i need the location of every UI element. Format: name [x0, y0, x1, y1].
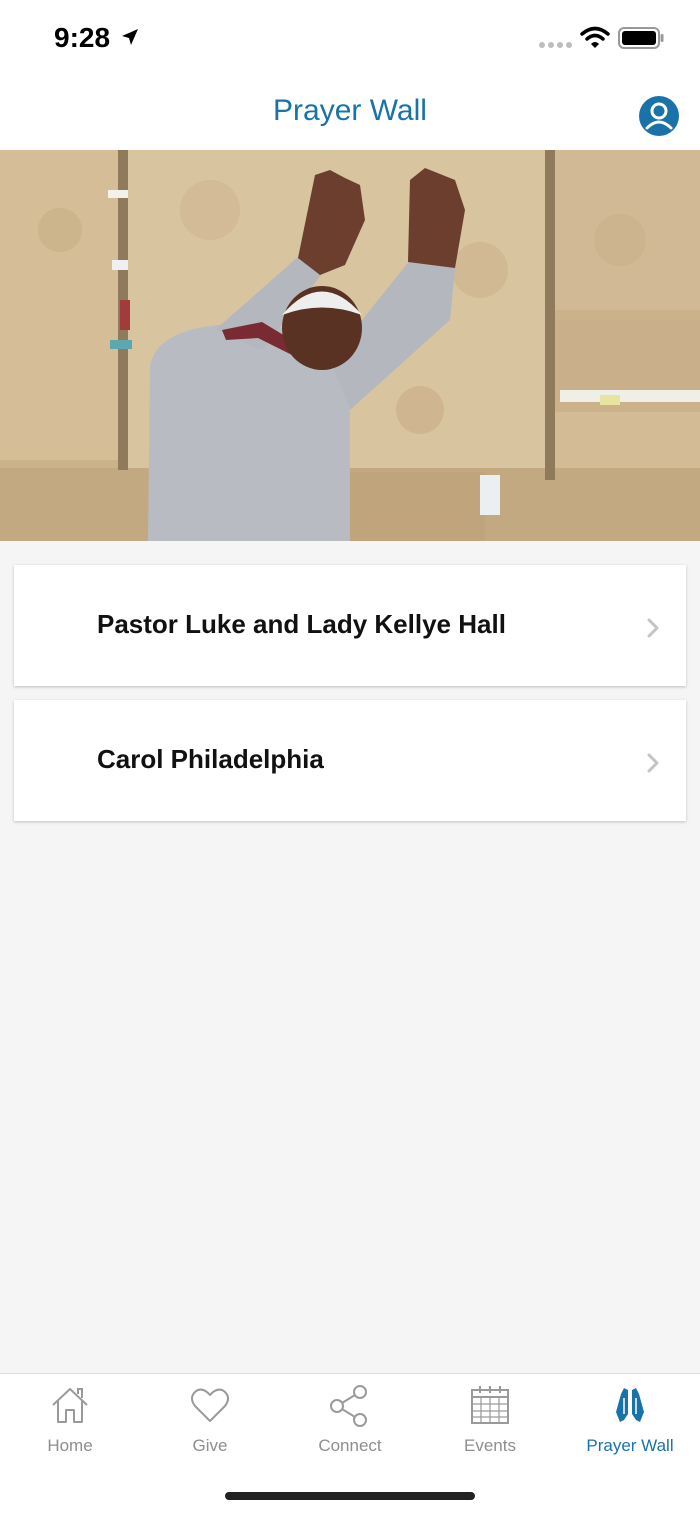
battery-icon: [618, 27, 664, 49]
home-indicator: [225, 1492, 475, 1500]
nav-header: Prayer Wall: [0, 80, 700, 150]
tab-prayer-wall[interactable]: Prayer Wall: [560, 1374, 700, 1474]
cellular-signal-icon: [539, 42, 572, 48]
list-item[interactable]: Pastor Luke and Lady Kellye Hall: [14, 565, 686, 686]
tab-connect-label: Connect: [318, 1436, 382, 1455]
tab-connect[interactable]: Connect: [280, 1374, 420, 1474]
tab-home-label: Home: [47, 1436, 93, 1455]
wifi-icon: [580, 26, 610, 48]
tab-events[interactable]: Events: [420, 1374, 560, 1474]
hero-image: [0, 150, 700, 541]
tab-prayer-wall-label: Prayer Wall: [586, 1436, 674, 1455]
prayer-wall-screen: 9:28 Prayer Wall Pastor Luke and Lady Ke…: [0, 0, 700, 1515]
list-item-label: Carol Philadelphia: [97, 744, 324, 774]
tab-home[interactable]: Home: [0, 1374, 140, 1474]
list-item-label: Pastor Luke and Lady Kellye Hall: [97, 609, 506, 639]
share-icon: [330, 1385, 367, 1427]
list-item[interactable]: Carol Philadelphia: [14, 700, 686, 821]
status-bar: 9:28: [0, 0, 700, 80]
page-title: Prayer Wall: [273, 94, 427, 127]
user-profile-icon[interactable]: [638, 95, 680, 137]
heart-icon: [191, 1388, 229, 1422]
tab-events-label: Events: [464, 1436, 516, 1455]
home-icon: [52, 1388, 88, 1423]
calendar-icon: [471, 1386, 509, 1424]
tab-give-label: Give: [192, 1436, 228, 1455]
chevron-right-icon: [647, 753, 659, 773]
praying-hands-icon: [616, 1388, 644, 1422]
location-arrow-icon: [122, 29, 138, 45]
status-time: 9:28: [54, 22, 111, 53]
tab-give[interactable]: Give: [140, 1374, 280, 1474]
chevron-right-icon: [647, 618, 659, 638]
prayer-list: Pastor Luke and Lady Kellye Hall Carol P…: [14, 565, 686, 835]
